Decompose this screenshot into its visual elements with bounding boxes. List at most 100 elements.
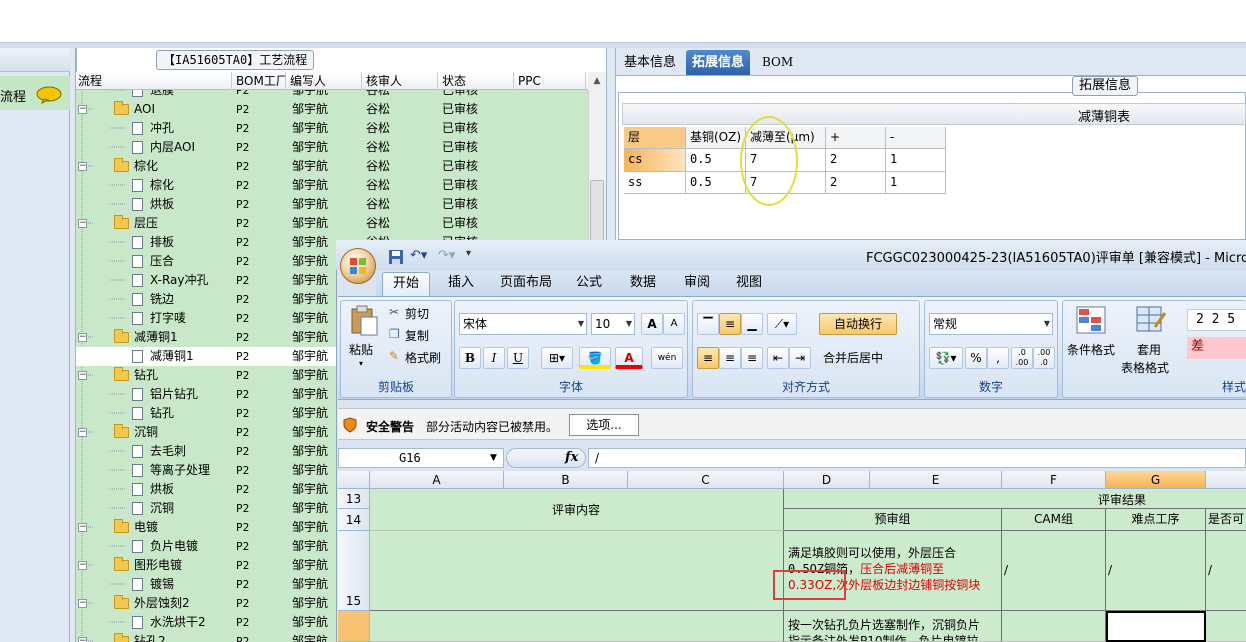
format-painter-button[interactable]: 格式刷 [405, 349, 441, 366]
reduce-table-header[interactable]: - [886, 127, 946, 149]
table-format-button-line1[interactable]: 套用 [1137, 341, 1161, 358]
tab-bom[interactable]: BOM [756, 50, 799, 75]
column-header-ppc[interactable]: PPC [516, 72, 586, 90]
row-header-16[interactable] [338, 611, 370, 642]
decrease-decimal-button[interactable]: .00 .0 [1033, 347, 1055, 369]
column-header-status[interactable]: 状态 [440, 72, 514, 90]
whether-cell[interactable]: 是否可 [1206, 509, 1246, 531]
ribbon-tab-view[interactable]: 视图 [726, 272, 772, 296]
row-header-15[interactable]: 15 [338, 531, 370, 611]
font-color-button[interactable]: A [615, 347, 643, 369]
pre-review-group-cell[interactable]: 预审组 [784, 509, 1002, 531]
ribbon-tab-insert[interactable]: 插入 [438, 272, 484, 296]
align-center-icon[interactable]: ≡ [719, 347, 741, 369]
collapse-icon[interactable]: − [78, 599, 87, 608]
font-name-select[interactable]: 宋体 ▼ [459, 313, 587, 335]
reduce-table-header[interactable]: 层 [624, 127, 686, 149]
align-left-icon[interactable]: ≡ [697, 347, 719, 369]
column-header-c[interactable]: C [628, 471, 784, 489]
chat-icon[interactable] [36, 86, 62, 104]
name-box[interactable]: G16 [338, 448, 504, 468]
currency-icon[interactable]: 💱▾ [929, 347, 963, 369]
reduce-table-cell[interactable]: cs [624, 149, 686, 172]
chevron-down-icon[interactable]: ▼ [490, 448, 497, 468]
align-bottom-icon[interactable]: ▁ [741, 313, 763, 335]
ribbon-tab-data[interactable]: 数据 [620, 272, 666, 296]
copy-button[interactable]: 复制 [405, 327, 429, 344]
ribbon-tab-page-layout[interactable]: 页面布局 [490, 272, 562, 296]
difficult-process-cell[interactable]: 难点工序 [1106, 509, 1206, 531]
tree-row[interactable]: 烘板 P2 邹宇航 谷松 已审核 [76, 195, 588, 214]
tree-row[interactable]: − AOI P2 邹宇航 谷松 已审核 [76, 100, 588, 119]
reduce-table-cell[interactable]: ss [624, 172, 686, 194]
align-top-icon[interactable]: ▔ [697, 313, 719, 335]
align-right-icon[interactable]: ≡ [741, 347, 763, 369]
tab-basic-info[interactable]: 基本信息 [618, 50, 682, 75]
cell-f15[interactable]: / [1002, 531, 1106, 611]
reduce-table-cell[interactable]: 1 [886, 172, 946, 194]
tree-row[interactable]: 退膜 P2 邹宇航 谷松 已审核 [76, 90, 588, 100]
ribbon-tab-home[interactable]: 开始 [382, 272, 431, 296]
cam-group-cell[interactable]: CAM组 [1002, 509, 1106, 531]
column-header-d[interactable]: D [784, 471, 870, 489]
column-header-writer[interactable]: 编写人 [288, 72, 362, 90]
collapse-icon[interactable]: − [78, 333, 87, 342]
fill-color-button[interactable]: 🪣 [579, 347, 611, 369]
bold-button[interactable]: B [459, 347, 481, 369]
column-header-process[interactable]: 流程 [76, 72, 232, 90]
select-all-corner[interactable] [338, 471, 370, 489]
style-sample-number[interactable]: 2 2 5 [1187, 309, 1246, 331]
reduce-table-header[interactable]: 基铜(OZ) [686, 127, 746, 149]
column-header-g[interactable]: G [1106, 471, 1206, 489]
reduce-table-header[interactable]: + [826, 127, 886, 149]
column-header-auditor[interactable]: 核审人 [364, 72, 438, 90]
collapse-icon[interactable]: − [78, 428, 87, 437]
font-size-select[interactable]: 10 ▼ [591, 313, 635, 335]
column-header-e[interactable]: E [870, 471, 1002, 489]
cell-a15[interactable] [370, 531, 784, 611]
tree-row[interactable]: 冲孔 P2 邹宇航 谷松 已审核 [76, 119, 588, 138]
tab-extended-info[interactable]: 拓展信息 [686, 50, 751, 75]
paste-button[interactable]: 粘贴 [349, 341, 373, 358]
increase-indent-icon[interactable]: ⇥ [789, 347, 811, 369]
tree-row[interactable]: 棕化 P2 邹宇航 谷松 已审核 [76, 176, 588, 195]
phonetic-button[interactable]: wén [651, 347, 683, 369]
cut-button[interactable]: 剪切 [405, 305, 429, 322]
reduce-table-cell[interactable]: 2 [826, 149, 886, 172]
decrease-indent-icon[interactable]: ⇤ [767, 347, 789, 369]
reduce-table-cell[interactable]: 0.5 [686, 149, 746, 172]
undo-icon[interactable]: ↶▾ [410, 248, 427, 266]
merge-center-button[interactable]: 合并后居中 [823, 349, 883, 366]
review-result-header-cell[interactable]: 评审结果 [784, 489, 1246, 509]
cell-g16-selected[interactable] [1106, 611, 1206, 642]
paste-dropdown-icon[interactable]: ▾ [359, 359, 363, 368]
row-header-13[interactable]: 13 [338, 489, 370, 509]
ribbon-tab-review[interactable]: 审阅 [674, 272, 720, 296]
italic-button[interactable]: I [483, 347, 505, 369]
tree-row[interactable]: − 棕化 P2 邹宇航 谷松 已审核 [76, 157, 588, 176]
orientation-icon[interactable]: ⟋▾ [767, 313, 797, 335]
increase-decimal-button[interactable]: .0 .00 [1011, 347, 1033, 369]
percent-button[interactable]: % [965, 347, 987, 369]
conditional-format-button[interactable]: 条件格式 [1067, 341, 1115, 358]
collapse-icon[interactable]: − [78, 523, 87, 532]
grow-font-button[interactable]: A [641, 313, 663, 335]
review-content-header-cell[interactable]: 评审内容 [370, 489, 784, 531]
underline-button[interactable]: U [507, 347, 529, 369]
insert-function-button[interactable]: fx [565, 448, 578, 468]
comma-button[interactable]: , [987, 347, 1009, 369]
formula-input[interactable]: / [588, 448, 1246, 468]
column-header-bom[interactable]: BOM工厂 [234, 72, 286, 90]
redo-icon[interactable]: ↷▾ [438, 248, 455, 266]
collapse-icon[interactable]: − [78, 371, 87, 380]
collapse-icon[interactable]: − [78, 105, 87, 114]
reduce-table-cell[interactable]: 2 [826, 172, 886, 194]
options-button[interactable]: 选项... [569, 414, 639, 436]
column-header-f[interactable]: F [1002, 471, 1106, 489]
reduce-table-cell[interactable]: 0.5 [686, 172, 746, 194]
collapse-icon[interactable]: − [78, 219, 87, 228]
collapse-icon[interactable]: − [78, 561, 87, 570]
scroll-up-icon[interactable]: ▲ [588, 72, 606, 90]
tree-row[interactable]: 内层AOI P2 邹宇航 谷松 已审核 [76, 138, 588, 157]
style-sample-bad[interactable]: 差 [1187, 337, 1246, 359]
